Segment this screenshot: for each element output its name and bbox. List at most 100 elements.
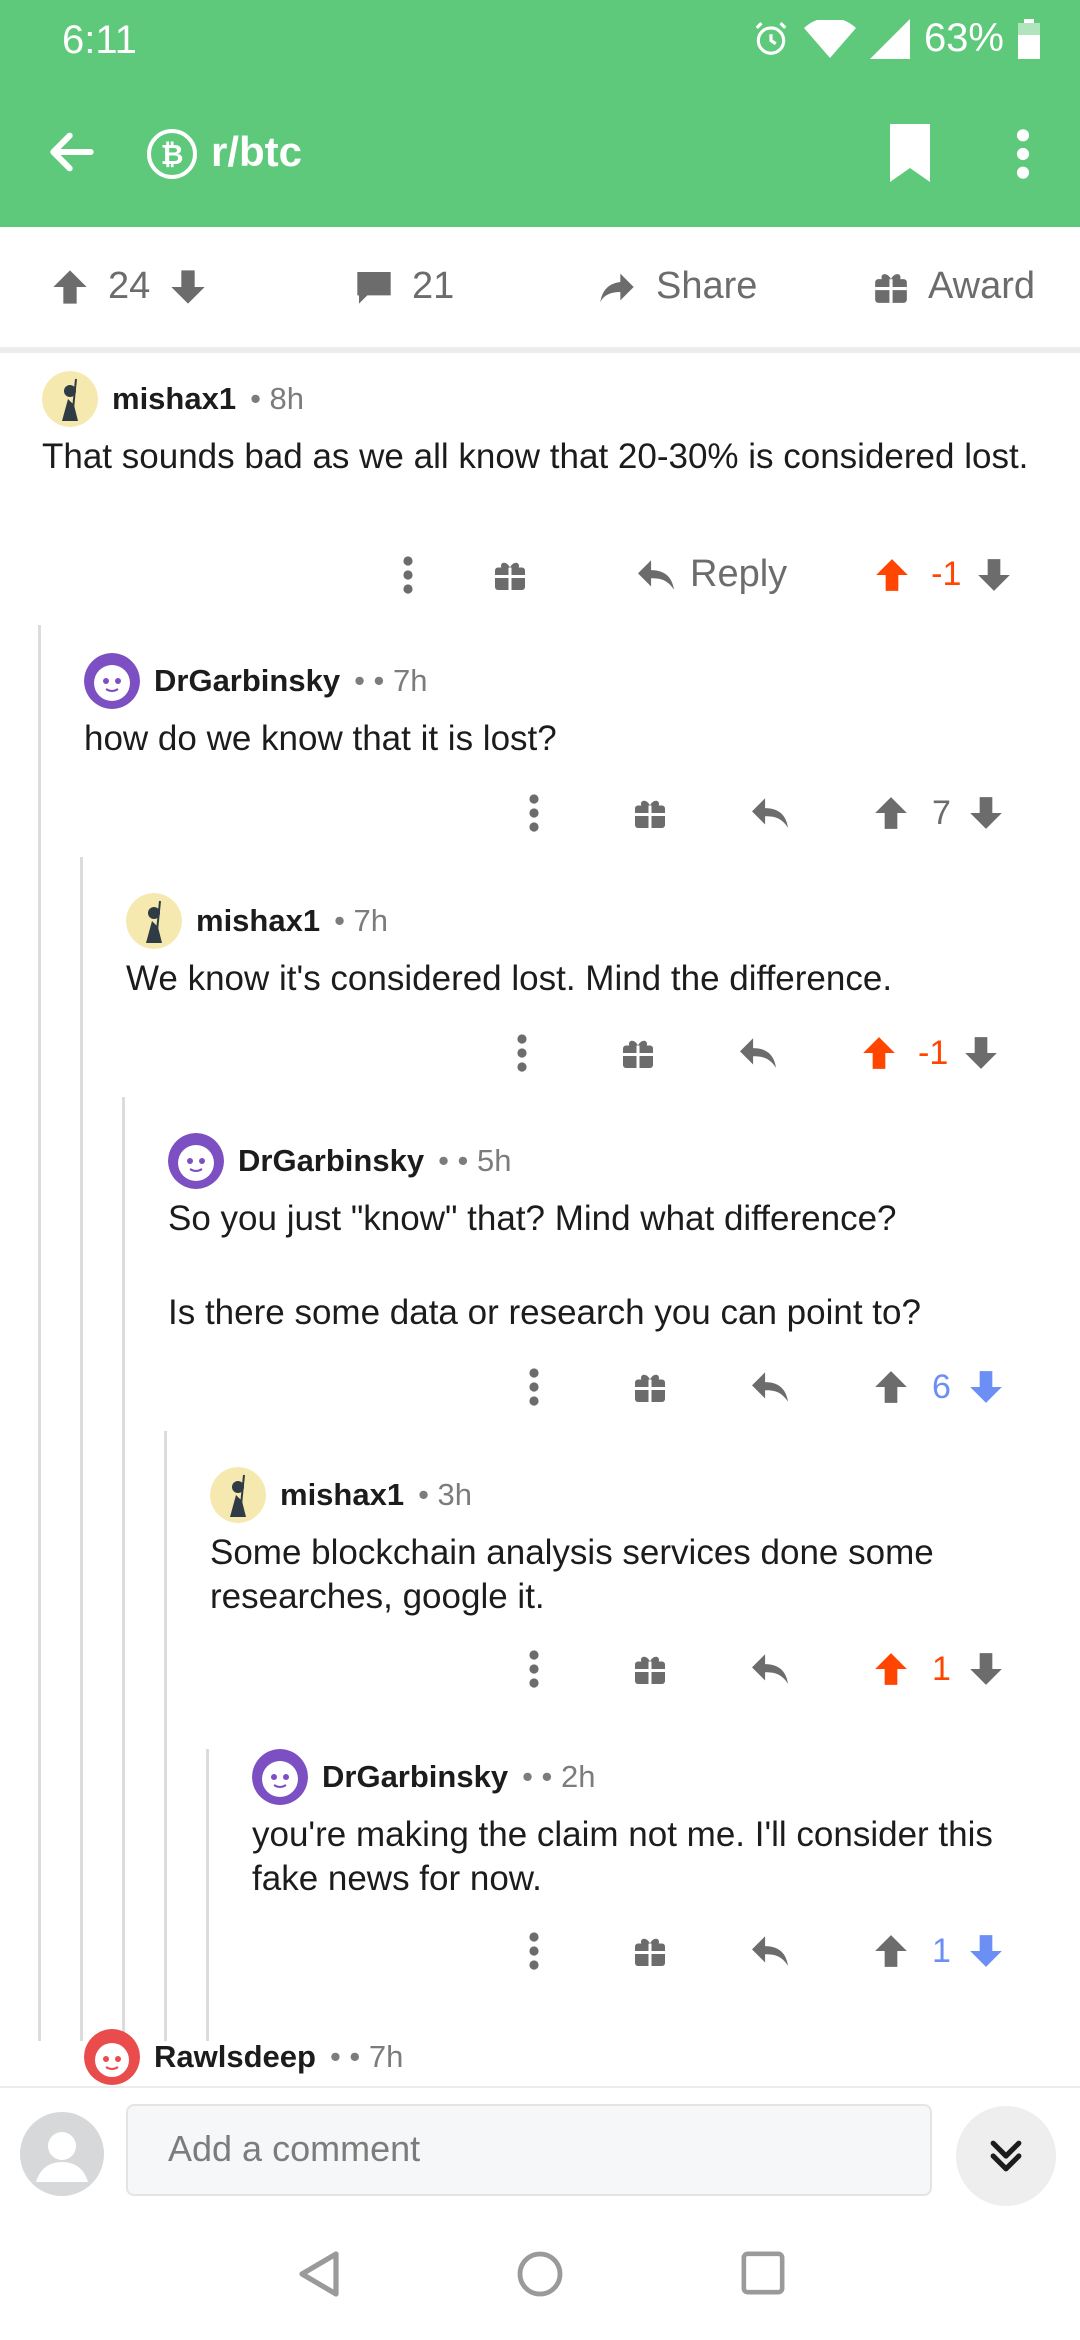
gift-icon[interactable]: [632, 1369, 668, 1405]
comment-actions: 7: [526, 793, 1005, 833]
app-header: 6:11 63% ₿ r/btc: [0, 0, 1080, 227]
comment-header: DrGarbinsky • • 2h: [252, 1749, 596, 1805]
thread-line[interactable]: [164, 1431, 167, 2041]
more-options-icon[interactable]: [526, 1649, 542, 1689]
downvote-icon[interactable]: [975, 556, 1013, 594]
reply-label: Reply: [690, 553, 788, 595]
overflow-menu-icon[interactable]: [1008, 126, 1038, 182]
comment-author[interactable]: DrGarbinsky: [322, 1759, 508, 1795]
upvote-icon[interactable]: [872, 1368, 910, 1406]
comment-score: -1: [918, 1033, 949, 1072]
downvote-icon[interactable]: [967, 794, 1005, 832]
upvote-icon[interactable]: [860, 1034, 898, 1072]
thread-line[interactable]: [38, 625, 41, 2041]
comment-author[interactable]: Rawlsdeep: [154, 2039, 316, 2075]
reply-icon[interactable]: [750, 1651, 790, 1687]
downvote-icon[interactable]: [967, 1932, 1005, 1970]
reply-button[interactable]: Reply: [636, 553, 787, 596]
comment-score: -1: [931, 555, 962, 593]
comment-score: 7: [932, 793, 951, 832]
comment-meta: • • 5h: [438, 1143, 512, 1178]
comment-header: mishax1 • 7h: [126, 893, 388, 949]
double-chevron-down-icon: [984, 2134, 1028, 2178]
nav-home-icon[interactable]: [516, 2250, 564, 2298]
upvote-icon[interactable]: [872, 794, 910, 832]
post-action-bar: 24 21 Share Award: [0, 227, 1080, 353]
comment-actions: 6: [526, 1367, 1005, 1407]
wifi-icon: [803, 19, 856, 58]
comment-score: 1: [932, 1649, 951, 1688]
subreddit-name[interactable]: r/btc: [211, 128, 302, 176]
upvote-icon[interactable]: [873, 556, 911, 594]
gift-icon[interactable]: [620, 1035, 656, 1071]
signal-icon: [869, 18, 910, 59]
thread-line[interactable]: [206, 1749, 209, 2041]
more-options-icon[interactable]: [526, 793, 542, 833]
comment-composer-bar: Add a comment: [0, 2086, 1080, 2208]
comment-body: how do we know that it is lost?: [84, 719, 557, 758]
share-label: Share: [656, 265, 758, 307]
downvote-icon[interactable]: [967, 1650, 1005, 1688]
upvote-icon[interactable]: [872, 1932, 910, 1970]
reply-icon[interactable]: [738, 1035, 778, 1071]
more-options-icon[interactable]: [400, 555, 416, 595]
gift-icon[interactable]: [632, 1651, 668, 1687]
more-options-icon[interactable]: [526, 1931, 542, 1971]
reply-icon[interactable]: [750, 795, 790, 831]
avatar[interactable]: [126, 893, 182, 949]
comment-header: mishax1 • 3h: [210, 1467, 472, 1523]
post-comment-count: 21: [412, 265, 455, 307]
back-arrow-icon[interactable]: [44, 124, 100, 180]
status-time: 6:11: [62, 18, 137, 62]
gift-icon: [872, 268, 910, 306]
comment-author[interactable]: mishax1: [112, 381, 236, 417]
comment-author[interactable]: DrGarbinsky: [238, 1143, 424, 1179]
comment-body: So you just "know" that? Mind what diffe…: [168, 1199, 897, 1238]
comment-author[interactable]: DrGarbinsky: [154, 663, 340, 699]
upvote-icon[interactable]: [872, 1650, 910, 1688]
reply-icon[interactable]: [750, 1933, 790, 1969]
alarm-icon: [752, 20, 790, 58]
comment-meta: • 7h: [334, 903, 389, 938]
comment-author[interactable]: mishax1: [196, 903, 320, 939]
battery-icon: [1018, 18, 1040, 59]
avatar[interactable]: [252, 1749, 308, 1805]
comment-body: you're making the claim not me. I'll con…: [252, 1815, 993, 1898]
bookmark-icon[interactable]: [886, 124, 934, 182]
downvote-icon[interactable]: [168, 267, 208, 307]
add-comment-input[interactable]: Add a comment: [126, 2104, 932, 2196]
comment-body: We know it's considered lost. Mind the d…: [126, 959, 893, 998]
award-button[interactable]: Award: [872, 265, 1035, 308]
gift-icon[interactable]: [632, 795, 668, 831]
share-icon: [596, 267, 638, 307]
comment-score: 1: [932, 1931, 951, 1970]
share-button[interactable]: Share: [596, 265, 757, 308]
upvote-icon[interactable]: [50, 267, 90, 307]
avatar[interactable]: [84, 2029, 140, 2085]
gift-icon[interactable]: [492, 557, 528, 593]
jump-to-next-button[interactable]: [956, 2106, 1056, 2206]
avatar[interactable]: [210, 1467, 266, 1523]
user-avatar-icon[interactable]: [20, 2112, 104, 2196]
thread-line[interactable]: [122, 1097, 125, 2041]
reply-icon[interactable]: [750, 1369, 790, 1405]
thread-line[interactable]: [80, 857, 83, 2041]
comment-meta: • • 2h: [522, 1759, 596, 1794]
avatar[interactable]: [42, 371, 98, 427]
more-options-icon[interactable]: [514, 1033, 530, 1073]
avatar[interactable]: [168, 1133, 224, 1189]
system-navigation-bar: [0, 2206, 1080, 2340]
avatar[interactable]: [84, 653, 140, 709]
post-comments-button[interactable]: 21: [354, 265, 454, 308]
nav-recents-icon[interactable]: [740, 2250, 786, 2296]
comment-header: mishax1 • 8h: [42, 371, 304, 427]
downvote-icon[interactable]: [967, 1368, 1005, 1406]
status-icons: 63%: [752, 16, 1040, 61]
comment-meta: • 8h: [250, 381, 305, 416]
post-score: 24: [108, 265, 151, 307]
comment-author[interactable]: mishax1: [280, 1477, 404, 1513]
downvote-icon[interactable]: [962, 1034, 1000, 1072]
more-options-icon[interactable]: [526, 1367, 542, 1407]
gift-icon[interactable]: [632, 1933, 668, 1969]
nav-back-icon[interactable]: [298, 2250, 342, 2298]
